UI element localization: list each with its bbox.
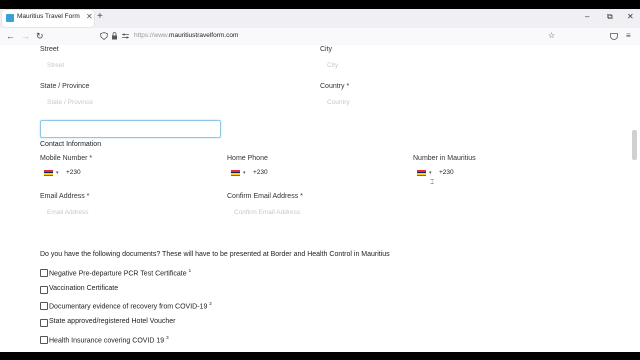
minimize-button[interactable]: – — [585, 11, 589, 23]
tab-strip — [0, 9, 640, 28]
confirm-email-input[interactable]: Confirm Email Address — [234, 209, 300, 216]
chevron-down-icon[interactable]: ▾ — [429, 170, 432, 176]
url-domain: mauritiustravelform.com — [169, 32, 239, 39]
insurance-label: Health Insurance covering COVID 19 3 — [49, 335, 169, 345]
vaccination-label: Vaccination Certificate — [49, 285, 119, 292]
mouse-cursor-icon: ⌶ — [430, 179, 435, 186]
pcr-checkbox[interactable] — [40, 269, 48, 277]
mauritius-flag-icon[interactable] — [231, 170, 240, 176]
home-phone-label: Home Phone — [227, 155, 268, 162]
bookmark-star-icon[interactable]: ☆ — [548, 29, 555, 43]
chevron-down-icon[interactable]: ▾ — [56, 170, 59, 176]
close-window-button[interactable]: ✕ — [627, 11, 634, 23]
confirm-email-label: Confirm Email Address * — [227, 193, 303, 200]
permissions-icon[interactable] — [121, 32, 130, 40]
mauritius-number-label: Number in Mauritius — [413, 155, 476, 162]
city-label: City — [320, 46, 333, 53]
street-input[interactable]: Street — [47, 62, 64, 69]
lock-icon[interactable] — [111, 32, 118, 40]
new-tab-button[interactable]: + — [97, 11, 103, 23]
mauritius-flag-icon[interactable] — [44, 170, 53, 176]
tab-close-icon[interactable]: ✕ — [86, 12, 93, 22]
scrollbar-thumb[interactable] — [632, 130, 637, 160]
mauritius-number-input[interactable]: +230 — [439, 169, 454, 176]
chevron-down-icon[interactable]: ▾ — [243, 170, 246, 176]
top-black-bar — [0, 0, 640, 9]
country-select[interactable]: Country — [327, 99, 350, 106]
recovery-checkbox[interactable] — [40, 302, 48, 310]
country-label: Country * — [320, 83, 350, 90]
forward-arrow-icon[interactable]: → — [21, 29, 30, 43]
state-input[interactable]: State / Province — [47, 99, 93, 106]
pcr-label: Negative Pre-departure PCR Test Certific… — [49, 268, 192, 278]
street-label: Street — [40, 46, 59, 53]
browser-tab[interactable]: Mauritius Travel Form ✕ — [2, 10, 94, 27]
recovery-label: Documentary evidence of recovery from CO… — [49, 301, 212, 311]
documents-question: Do you have the following documents? The… — [40, 251, 390, 258]
maximize-button[interactable]: ⧉ — [607, 11, 613, 23]
mobile-value: +230 — [66, 169, 81, 176]
city-input[interactable]: City — [327, 62, 338, 69]
hotel-voucher-checkbox[interactable] — [40, 319, 48, 327]
state-label: State / Province — [40, 83, 90, 90]
reload-icon[interactable]: ↻ — [36, 29, 44, 43]
hotel-voucher-label: State approved/registered Hotel Voucher — [49, 318, 176, 325]
shield-icon[interactable] — [100, 32, 108, 40]
mobile-label: Mobile Number * — [40, 155, 93, 162]
favicon-icon — [6, 14, 14, 22]
menu-hamburger-icon[interactable]: ≡ — [626, 29, 631, 43]
vaccination-checkbox[interactable] — [40, 286, 48, 294]
email-label: Email Address * — [40, 193, 90, 200]
email-input[interactable]: Email Address — [47, 209, 89, 216]
tab-title: Mauritius Travel Form — [17, 13, 80, 20]
contact-heading: Contact Information — [40, 141, 102, 148]
url-bar[interactable]: https://www.mauritiustravelform.com — [134, 32, 238, 39]
mauritius-flag-icon[interactable] — [417, 170, 426, 176]
back-arrow-icon[interactable]: ← — [6, 29, 15, 43]
home-phone-input[interactable]: +230 — [253, 169, 268, 176]
pocket-icon[interactable] — [610, 33, 618, 40]
url-prefix: https://www. — [134, 32, 170, 39]
bottom-black-bar — [0, 352, 640, 360]
navigation-toolbar — [0, 28, 640, 46]
mobile-input[interactable] — [40, 120, 221, 138]
insurance-checkbox[interactable] — [40, 336, 48, 344]
